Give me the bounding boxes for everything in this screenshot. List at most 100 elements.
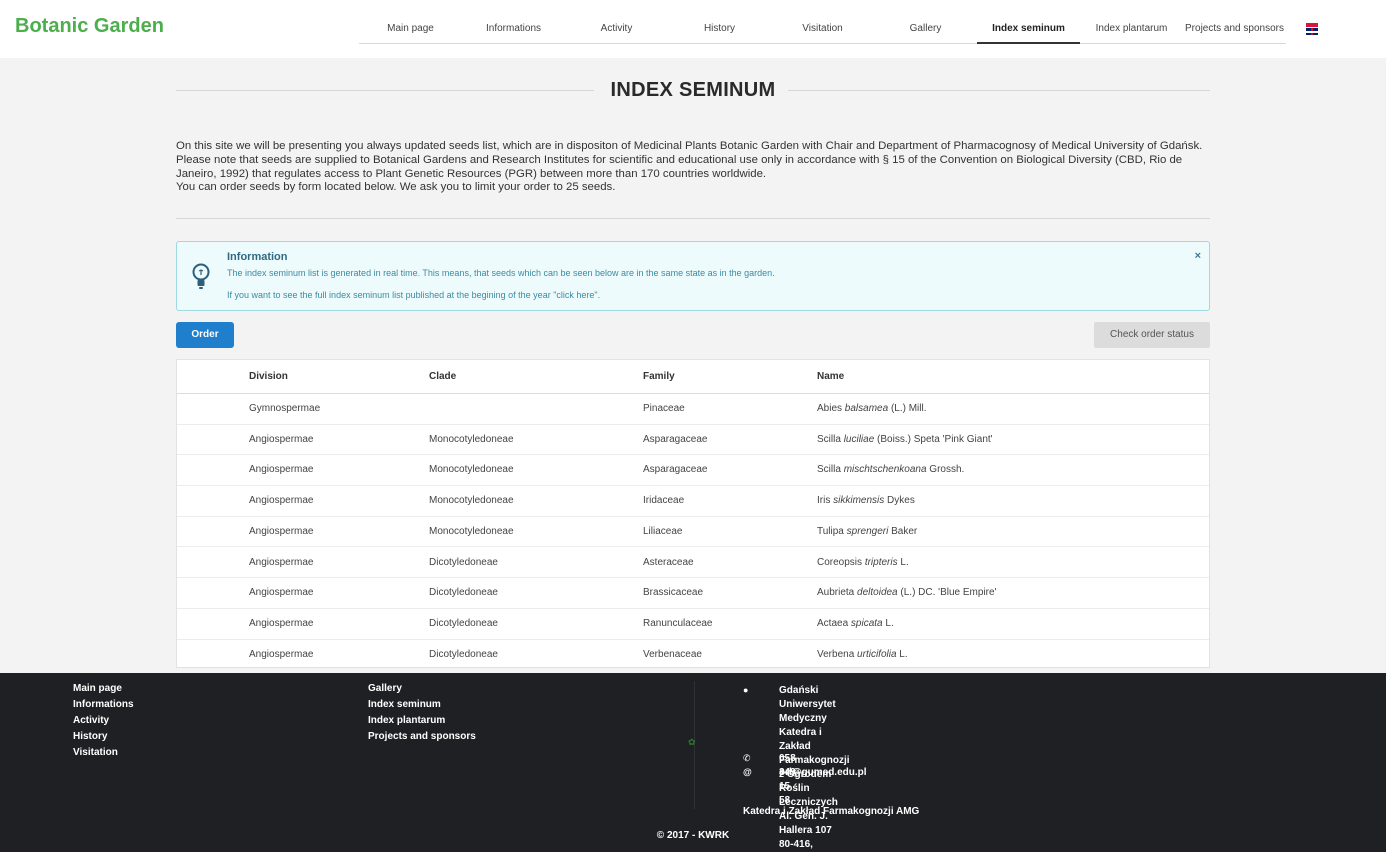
cell-division: Gymnospermae — [249, 403, 321, 414]
order-button[interactable]: Order — [176, 322, 234, 348]
cell-name: Aubrieta deltoidea (L.) DC. 'Blue Empire… — [817, 578, 996, 608]
nav-item-index-seminum[interactable]: Index seminum — [977, 14, 1080, 44]
copyright: © 2017 - KWRK — [656, 830, 730, 841]
name-author: L. — [885, 617, 894, 629]
cell-clade: Dicotyledoneae — [429, 587, 498, 599]
cell-name: Scilla mischtschenkoana Grossh. — [817, 455, 964, 485]
cell-family: Ranunculaceae — [643, 617, 713, 629]
name-author: Baker — [891, 525, 918, 537]
name-species: mischtschenkoana — [843, 464, 927, 476]
name-species: balsamea — [844, 403, 889, 414]
check-order-status-button[interactable]: Check order status — [1094, 322, 1210, 348]
footer-link-activity[interactable]: Activity — [73, 713, 134, 729]
nav-item-history[interactable]: History — [668, 14, 771, 43]
footer-nav-col-2: Gallery Index seminum Index plantarum Proje… — [368, 681, 476, 745]
name-author: L. — [899, 648, 908, 660]
name-genus: Iris — [817, 495, 831, 507]
cell-clade: Monocotyledoneae — [429, 433, 514, 445]
table-row: Angiospermae Dicotyledoneae Ranunculaceae A… — [177, 609, 1209, 640]
nav-item-informations[interactable]: Informations — [462, 14, 565, 43]
footer-link-informations[interactable]: Informations — [73, 697, 134, 713]
name-genus: Tulipa — [817, 525, 844, 537]
intro-paragraph: On this site we will be presenting you a… — [176, 140, 1203, 152]
cell-division: Angiospermae — [249, 464, 314, 476]
name-genus: Coreopsis — [817, 556, 863, 568]
footer-link-history[interactable]: History — [73, 729, 134, 745]
cell-family: Liliaceae — [643, 525, 683, 537]
footer-link-gallery[interactable]: Gallery — [368, 681, 476, 697]
cell-name: Actaea spicata L. — [817, 609, 894, 639]
info-text: The index seminum list is generated in r… — [227, 268, 775, 278]
column-header-family[interactable]: Family — [643, 360, 675, 394]
name-author: Grossh. — [929, 464, 965, 476]
name-genus: Actaea — [817, 617, 849, 629]
language-switcher — [1306, 19, 1318, 35]
divider — [176, 218, 1210, 219]
phone-number[interactable]: 058 349 15 58 — [779, 752, 796, 808]
cell-clade: Monocotyledoneae — [429, 525, 514, 537]
intro-text: On this site we will be presenting you a… — [176, 140, 1214, 195]
cell-name: Verbena urticifolia L. — [817, 640, 908, 667]
name-genus: Verbena — [817, 648, 855, 660]
footer-link-projects-and-sponsors[interactable]: Projects and sponsors — [368, 729, 476, 745]
table-row: Angiospermae Dicotyledoneae Asteraceae Core… — [177, 548, 1209, 579]
name-species: tripteris — [864, 556, 898, 568]
nav-item-index-plantarum[interactable]: Index plantarum — [1080, 14, 1183, 43]
phone-icon: ✆ — [743, 753, 751, 763]
nav-item-activity[interactable]: Activity — [565, 14, 668, 43]
column-header-division[interactable]: Division — [249, 360, 288, 394]
info-link-text[interactable]: If you want to see the full index seminu… — [227, 290, 600, 300]
cell-family: Asparagaceae — [643, 433, 708, 445]
name-species: spicata — [850, 617, 883, 629]
page-heading: INDEX SEMINUM — [176, 76, 1210, 104]
nav-item-projects-and-sponsors[interactable]: Projects and sponsors — [1183, 14, 1286, 43]
leaf-logo-icon: ✿ — [688, 737, 696, 747]
close-icon[interactable]: × — [1195, 250, 1201, 262]
footer-link-visitation[interactable]: Visitation — [73, 745, 134, 761]
main-nav: Main page Informations Activity History Visi… — [359, 14, 1286, 44]
name-author: (Boiss.) Speta 'Pink Giant' — [877, 433, 993, 445]
email-link[interactable]: orl@gumed.edu.pl — [779, 766, 867, 780]
cell-division: Angiospermae — [249, 556, 314, 568]
footer-link-main-page[interactable]: Main page — [73, 681, 134, 697]
cell-clade: Dicotyledoneae — [429, 556, 498, 568]
cell-name: Iris sikkimensis Dykes — [817, 486, 915, 516]
brand-logo[interactable]: Botanic Garden — [15, 15, 164, 38]
nav-item-gallery[interactable]: Gallery — [874, 14, 977, 43]
cell-division: Angiospermae — [249, 495, 314, 507]
cell-family: Asteraceae — [643, 556, 694, 568]
cell-division: Angiospermae — [249, 433, 314, 445]
cell-family: Iridaceae — [643, 495, 685, 507]
name-author: (L.) Mill. — [890, 403, 927, 414]
cell-clade: Dicotyledoneae — [429, 648, 498, 660]
footer-link-index-seminum[interactable]: Index seminum — [368, 697, 476, 713]
name-genus: Aubrieta — [817, 587, 855, 599]
pl-flag-icon[interactable] — [1306, 19, 1318, 27]
cell-clade: Monocotyledoneae — [429, 464, 514, 476]
cell-family: Asparagaceae — [643, 464, 708, 476]
table-row: Angiospermae Monocotyledoneae Liliaceae Tul… — [177, 517, 1209, 548]
table-row: Angiospermae Dicotyledoneae Brassicaceae Au… — [177, 578, 1209, 609]
column-header-name[interactable]: Name — [817, 360, 844, 394]
name-species: urticifolia — [857, 648, 897, 660]
lightbulb-icon — [192, 263, 210, 289]
cell-name: Coreopsis tripteris L. — [817, 548, 909, 578]
name-author: (L.) DC. 'Blue Empire' — [900, 587, 997, 599]
cell-division: Angiospermae — [249, 648, 314, 660]
site-header: Botanic Garden Main page Informations Acti… — [0, 0, 1386, 58]
column-header-clade[interactable]: Clade — [429, 360, 456, 394]
footer-org: Katedra i Zakład Farmakognozji AMG — [743, 806, 920, 817]
footer-link-index-plantarum[interactable]: Index plantarum — [368, 713, 476, 729]
name-species: luciliae — [843, 433, 875, 445]
footer-nav-col-1: Main page Informations Activity History Visi… — [73, 681, 134, 761]
cell-name: Abies balsamea (L.) Mill. — [817, 394, 927, 424]
nav-item-visitation[interactable]: Visitation — [771, 14, 874, 43]
cell-clade: Monocotyledoneae — [429, 495, 514, 507]
cell-name: Scilla luciliae (Boiss.) Speta 'Pink Gia… — [817, 425, 993, 455]
cell-family: Brassicaceae — [643, 587, 704, 599]
page-title: INDEX SEMINUM — [610, 79, 776, 101]
gb-flag-icon[interactable] — [1306, 28, 1318, 35]
nav-item-main-page[interactable]: Main page — [359, 14, 462, 43]
table-row: Angiospermae Dicotyledoneae Verbenaceae Ver… — [177, 640, 1209, 667]
name-genus: Scilla — [817, 464, 841, 476]
